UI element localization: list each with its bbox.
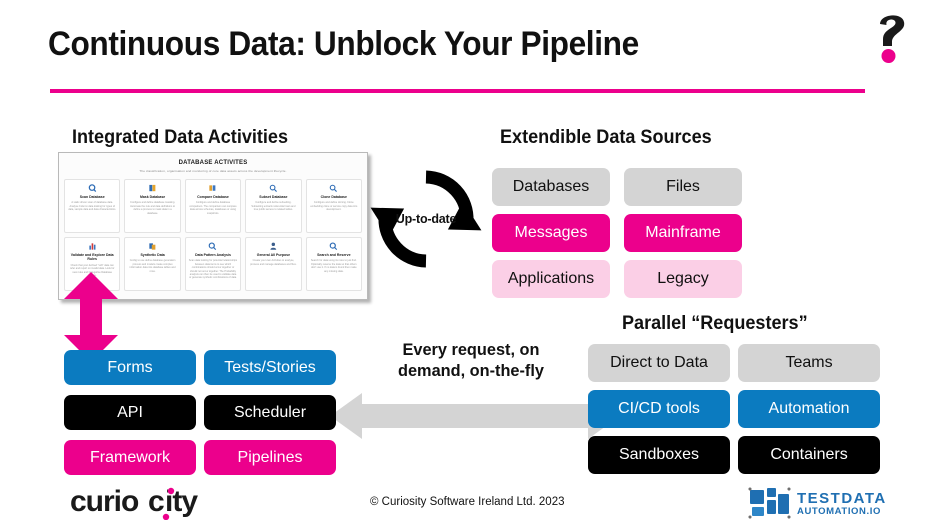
tool-pipelines[interactable]: Pipelines <box>204 440 336 475</box>
curiosity-question-mark-icon <box>866 8 918 66</box>
pill-label: CI/CD tools <box>618 400 700 417</box>
activity-card[interactable]: Subset Database Configure and define subs… <box>245 179 302 233</box>
middle-caption-line2: demand, on-the-fly <box>398 361 544 381</box>
requester-ci-cd-tools[interactable]: CI/CD tools <box>588 390 730 428</box>
compare-columns-icon <box>209 185 216 191</box>
pill-label: Forms <box>107 358 153 376</box>
data-source-databases[interactable]: Databases <box>492 168 610 206</box>
pill-label: Containers <box>770 446 848 463</box>
requester-teams[interactable]: Teams <box>738 344 880 382</box>
activity-card-description: Search for data using its rules to just … <box>310 259 357 273</box>
synthetic-data-icon <box>149 243 156 250</box>
copyright-text: © Curiosity Software Ireland Ltd. 2023 <box>370 496 565 508</box>
activity-card-description: Create your own Activities to analyse, p… <box>250 259 297 266</box>
activity-card-title: Data Pattern Analysis <box>195 253 231 257</box>
svg-text:curio: curio <box>70 486 139 518</box>
activity-card-description: Configure and define database masking. A… <box>130 201 176 215</box>
clone-database-icon <box>330 184 338 192</box>
pill-label: Automation <box>768 400 850 417</box>
pill-label: Framework <box>89 448 170 466</box>
activity-card-description: Scan data looking for potential relation… <box>188 259 238 280</box>
middle-caption: Every request, on demand, on-the-fly <box>370 339 572 382</box>
activity-card-title: Search and Reserve <box>317 253 351 257</box>
activity-card-title: Clone Database <box>320 195 347 199</box>
activity-card-title: Mask Database <box>139 195 166 199</box>
pill-label: API <box>117 403 143 421</box>
activity-card-description: Config to use define database generation… <box>129 259 176 273</box>
activity-card-description: Configure and define cloning. Clone embe… <box>310 201 358 212</box>
activity-card-description: A static driven scan of database data. A… <box>68 201 117 212</box>
activity-card[interactable]: Synthetic Data Config to use define datab… <box>124 237 181 291</box>
activity-card[interactable]: Clone Database Configure and define cloni… <box>305 179 362 233</box>
pill-label: Teams <box>785 354 833 371</box>
activity-card[interactable]: Mask Database Configure and define databa… <box>124 179 181 233</box>
magnifier-database-icon <box>88 184 96 192</box>
pill-label: Tests/Stories <box>224 358 316 376</box>
data-source-messages[interactable]: Messages <box>492 214 610 252</box>
activity-card-title: Validate and Explore Data Rules <box>70 253 114 262</box>
activity-card-description: Configure and define subsetting. Subsett… <box>251 201 296 212</box>
pill-label: Databases <box>512 178 590 195</box>
svg-text:AUTOMATION.IO: AUTOMATION.IO <box>797 506 881 517</box>
activity-card[interactable]: Search and Reserve Search for data using … <box>305 237 362 291</box>
activity-card-title: Synthetic Data <box>140 253 165 257</box>
data-source-legacy[interactable]: Legacy <box>624 260 742 298</box>
search-reserve-icon <box>329 242 338 251</box>
data-source-mainframe[interactable]: Mainframe <box>624 214 742 252</box>
requester-containers[interactable]: Containers <box>738 436 880 474</box>
activity-card-description: Configure and define database comparison… <box>189 201 237 215</box>
middle-caption-line1: Every request, on <box>402 340 540 359</box>
bar-chart-rules-icon <box>89 243 96 250</box>
pill-label: Mainframe <box>645 224 721 241</box>
activity-card-title: Scan Database <box>79 195 105 199</box>
activity-card[interactable]: Data Pattern Analysis Scan data looking f… <box>184 237 242 291</box>
heading-integrated-data-activities: Integrated Data Activities <box>72 127 289 148</box>
pill-label: Messages <box>514 224 588 241</box>
svg-text:c: c <box>148 486 164 518</box>
testdata-automation-logo: TESTDATA AUTOMATION.IO <box>748 486 923 520</box>
pill-label: Legacy <box>657 270 709 287</box>
screenshot-title: DATABASE ACTIVITES <box>178 160 248 166</box>
page-title: Continuous Data: Unblock Your Pipeline <box>48 25 639 63</box>
requester-automation[interactable]: Automation <box>738 390 880 428</box>
tool-tests-stories[interactable]: Tests/Stories <box>204 350 336 385</box>
data-source-files[interactable]: Files <box>624 168 742 206</box>
activity-card-title: Compare Database <box>197 195 229 199</box>
pill-label: Files <box>666 178 700 195</box>
requester-direct-to-data[interactable]: Direct to Data <box>588 344 730 382</box>
slide-canvas: Continuous Data: Unblock Your Pipeline I… <box>0 0 940 529</box>
activity-card-title: Subset Database <box>259 195 288 199</box>
pill-label: Pipelines <box>237 448 303 466</box>
person-general-icon <box>270 242 277 250</box>
heading-extendible-data-sources: Extendible Data Sources <box>500 127 712 148</box>
svg-text:TESTDATA: TESTDATA <box>797 490 887 507</box>
pattern-analysis-icon <box>209 242 217 251</box>
data-source-applications[interactable]: Applications <box>492 260 610 298</box>
activity-card[interactable]: Compare Database Configure and define dat… <box>184 179 242 233</box>
mask-database-icon <box>149 184 156 192</box>
requester-sandboxes[interactable]: Sandboxes <box>588 436 730 474</box>
cycle-label: Up-to-date <box>395 212 457 226</box>
pill-label: Scheduler <box>233 403 307 421</box>
pill-label: Applications <box>507 270 595 287</box>
subset-database-icon <box>269 184 277 192</box>
tool-api[interactable]: API <box>64 395 196 430</box>
title-underline-rule <box>50 89 865 93</box>
tool-framework[interactable]: Framework <box>64 440 196 475</box>
pill-label: Direct to Data <box>610 354 708 371</box>
heading-parallel-requesters: Parallel “Requesters” <box>622 313 808 334</box>
horizontal-double-arrow-icon <box>330 393 620 439</box>
vertical-double-arrow-icon <box>62 272 120 362</box>
activity-card[interactable]: General All Purpose Create your own Activ… <box>245 237 302 291</box>
tool-scheduler[interactable]: Scheduler <box>204 395 336 430</box>
pill-label: Sandboxes <box>618 446 700 463</box>
tool-forms[interactable]: Forms <box>64 350 196 385</box>
curiosity-wordmark-logo: curio c ity <box>70 485 220 521</box>
activity-card-title: General All Purpose <box>256 253 291 257</box>
activity-card[interactable]: Scan Database A static driven scan of dat… <box>64 179 121 233</box>
